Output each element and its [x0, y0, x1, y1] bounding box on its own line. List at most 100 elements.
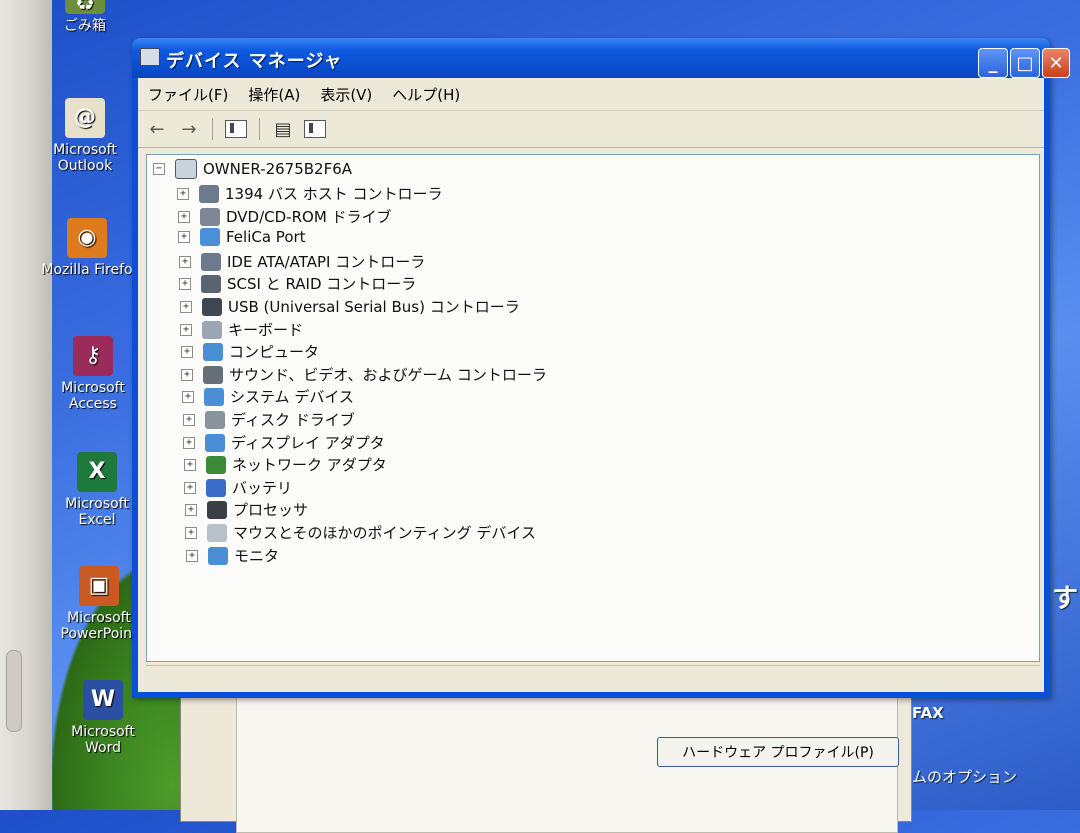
ide-controller-icon [201, 252, 221, 271]
tree-item[interactable]: + IDE ATA/ATAPI コントローラ [179, 251, 425, 272]
expand-toggle[interactable]: + [184, 481, 196, 494]
tree-item-label: ディスプレイ アダプタ [231, 434, 385, 452]
network-adapter-icon [206, 455, 226, 474]
bezel-knob [6, 650, 22, 732]
desktop-icon-outlook[interactable]: @ Microsoft Outlook [30, 98, 140, 174]
tree-root[interactable]: − OWNER-2675B2F6A [153, 159, 352, 179]
collapse-toggle[interactable]: − [153, 163, 165, 175]
expand-toggle[interactable]: + [180, 323, 192, 336]
expand-toggle[interactable]: + [181, 345, 193, 358]
tree-item[interactable]: +1394 バス ホスト コントローラ [177, 183, 442, 204]
tree-item[interactable]: + ディスク ドライブ [183, 409, 355, 430]
background-dialog-panel: ハードウェア プロファイル(P) [236, 681, 899, 833]
back-button[interactable]: ← [144, 117, 170, 141]
tree-item-label: キーボード [228, 321, 304, 339]
computer-root-icon [175, 159, 197, 179]
expand-toggle[interactable]: + [179, 255, 191, 268]
menu-action[interactable]: 操作(A) [238, 84, 310, 105]
menu-help[interactable]: ヘルプ(H) [382, 84, 470, 105]
system-device-icon [204, 387, 224, 406]
desktop-icon-label: ごみ箱 [64, 18, 106, 34]
expand-toggle[interactable]: + [185, 526, 197, 539]
tree-item-label: ディスク ドライブ [231, 411, 355, 429]
tree-item[interactable]: + コンピュータ [181, 341, 319, 362]
expand-toggle[interactable]: + [178, 231, 190, 243]
menu-view[interactable]: 表示(V) [310, 84, 382, 105]
show-hide-console-tree-button[interactable] [223, 117, 249, 141]
desktop-icon-recycle-bin[interactable]: ♻ ごみ箱 [30, 0, 140, 34]
tree-item-label: マウスとそのほかのポインティング デバイス [233, 524, 536, 542]
expand-toggle[interactable]: + [184, 458, 196, 471]
tree-item[interactable]: + USB (Universal Serial Bus) コントローラ [180, 296, 520, 317]
device-manager-icon [140, 48, 160, 66]
tree-item[interactable]: + プロセッサ [185, 499, 308, 520]
expand-toggle[interactable]: + [181, 368, 193, 381]
tree-item-label: USB (Universal Serial Bus) コントローラ [228, 298, 520, 316]
tree-item-label: バッテリ [232, 479, 293, 497]
toolbar-separator [212, 118, 213, 140]
felica-icon [200, 228, 220, 246]
tree-item-label: ネットワーク アダプタ [232, 456, 387, 474]
maximize-button[interactable]: □ [1010, 48, 1040, 78]
desktop-icon-label: Microsoft Outlook [53, 142, 117, 174]
close-icon: ✕ [1048, 52, 1064, 74]
expand-toggle[interactable]: + [183, 413, 195, 426]
tree-item-label: DVD/CD-ROM ドライブ [226, 208, 392, 226]
tree-item[interactable]: + モニタ [186, 545, 279, 566]
tree-item[interactable]: + ネットワーク アダプタ [184, 454, 387, 475]
forward-button[interactable]: → [176, 117, 202, 141]
device-manager-window: デバイス マネージャ _ □ ✕ ファイル(F) 操作(A) 表示(V) ヘルプ… [132, 38, 1070, 698]
title-bar[interactable]: デバイス マネージャ _ □ ✕ [132, 38, 1070, 78]
battery-icon [206, 478, 226, 497]
tree-item-label: プロセッサ [233, 501, 309, 519]
processor-icon [207, 500, 227, 519]
minimize-button[interactable]: _ [978, 48, 1008, 78]
expand-toggle[interactable]: + [182, 390, 194, 403]
dvd-drive-icon [200, 207, 220, 226]
sound-icon [203, 365, 223, 384]
tree-item[interactable]: + キーボード [180, 319, 303, 340]
tree-item[interactable]: + バッテリ [184, 477, 292, 498]
maximize-icon: □ [1016, 52, 1034, 74]
tree-item[interactable]: + SCSI と RAID コントローラ [179, 273, 416, 294]
expand-toggle[interactable]: + [178, 210, 190, 223]
tree-item[interactable]: + FeliCa Port [178, 228, 306, 246]
controller-icon [199, 184, 219, 203]
hardware-profile-button[interactable]: ハードウェア プロファイル(P) [657, 737, 899, 767]
firefox-icon: ◉ [67, 218, 107, 258]
menu-file[interactable]: ファイル(F) [138, 84, 238, 105]
properties-button[interactable]: ▤ [270, 117, 296, 141]
tree-item-label: システム デバイス [230, 388, 354, 406]
display-adapter-icon [205, 433, 225, 452]
tree-item[interactable]: + DVD/CD-ROM ドライブ [178, 206, 392, 227]
tree-item-label: SCSI と RAID コントローラ [227, 275, 417, 293]
expand-toggle[interactable]: + [183, 436, 195, 449]
show-hide-action-pane-button[interactable] [302, 117, 328, 141]
tree-item-label: サウンド、ビデオ、およびゲーム コントローラ [229, 366, 547, 384]
menu-bar: ファイル(F) 操作(A) 表示(V) ヘルプ(H) [138, 78, 1044, 111]
desktop-icon-label: Mozilla Firefo [41, 262, 133, 278]
close-button[interactable]: ✕ [1042, 48, 1070, 78]
window-client: ファイル(F) 操作(A) 表示(V) ヘルプ(H) ← → ▤ − OWNER… [138, 78, 1044, 692]
tree-item[interactable]: + マウスとそのほかのポインティング デバイス [185, 522, 536, 543]
minimize-icon: _ [988, 52, 998, 74]
expand-toggle[interactable]: + [179, 277, 191, 290]
expand-toggle[interactable]: + [177, 187, 189, 200]
back-arrow-icon: ← [149, 118, 165, 140]
desktop-fax-text: FAX [912, 704, 944, 722]
expand-toggle[interactable]: + [186, 549, 198, 562]
expand-toggle[interactable]: + [185, 503, 197, 516]
keyboard-icon [202, 320, 222, 339]
tree-item[interactable]: + システム デバイス [182, 386, 354, 407]
powerpoint-icon: ▣ [79, 566, 119, 606]
tree-item-label: IDE ATA/ATAPI コントローラ [227, 253, 426, 271]
tree-item[interactable]: + ディスプレイ アダプタ [183, 432, 385, 453]
console-tree-icon [225, 120, 247, 138]
forward-arrow-icon: → [181, 118, 197, 140]
tree-root-label: OWNER-2675B2F6A [203, 160, 353, 178]
desktop-icon-firefox[interactable]: ◉ Mozilla Firefo [32, 218, 142, 278]
toolbar-separator [259, 118, 260, 140]
expand-toggle[interactable]: + [180, 300, 192, 313]
tree-item[interactable]: + サウンド、ビデオ、およびゲーム コントローラ [181, 364, 547, 385]
mouse-icon [207, 523, 227, 542]
